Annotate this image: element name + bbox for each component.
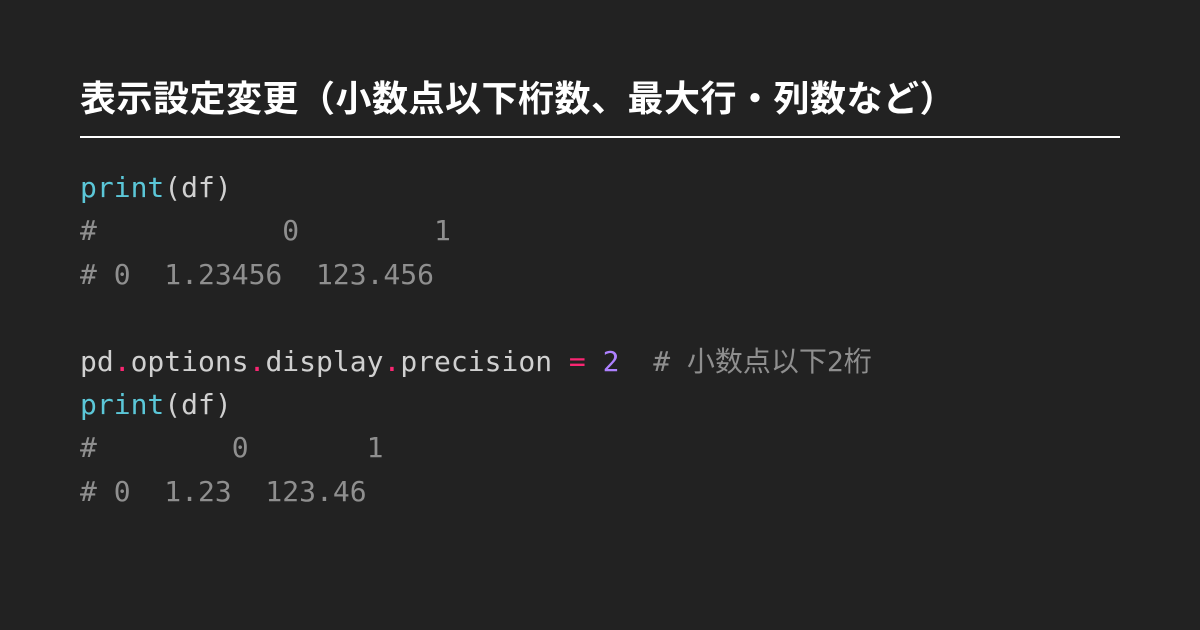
code-token: print <box>80 388 164 421</box>
code-token: options <box>131 345 249 378</box>
code-comment: # 0 1.23456 123.456 <box>80 258 434 291</box>
code-token <box>586 345 603 378</box>
code-token: ) <box>215 171 232 204</box>
code-block: print(df) # 0 1 # 0 1.23456 123.456 pd.o… <box>80 166 1120 513</box>
code-token: . <box>249 345 266 378</box>
code-comment: # 0 1 <box>80 431 383 464</box>
code-token: ( <box>164 171 181 204</box>
code-token: ( <box>164 388 181 421</box>
code-token: . <box>383 345 400 378</box>
code-token <box>552 345 569 378</box>
code-token: print <box>80 171 164 204</box>
code-token: . <box>114 345 131 378</box>
code-token: df <box>181 388 215 421</box>
code-token: precision <box>400 345 552 378</box>
code-token: ) <box>215 388 232 421</box>
code-token: display <box>265 345 383 378</box>
code-token: df <box>181 171 215 204</box>
code-token: pd <box>80 345 114 378</box>
code-comment: # 0 1.23 123.46 <box>80 475 367 508</box>
code-comment: # 小数点以下2桁 <box>653 345 872 378</box>
page-title: 表示設定変更（小数点以下桁数、最大行・列数など） <box>80 70 1120 138</box>
code-token: = <box>569 345 586 378</box>
code-token <box>619 345 653 378</box>
code-comment: # 0 1 <box>80 214 451 247</box>
code-token: 2 <box>603 345 620 378</box>
